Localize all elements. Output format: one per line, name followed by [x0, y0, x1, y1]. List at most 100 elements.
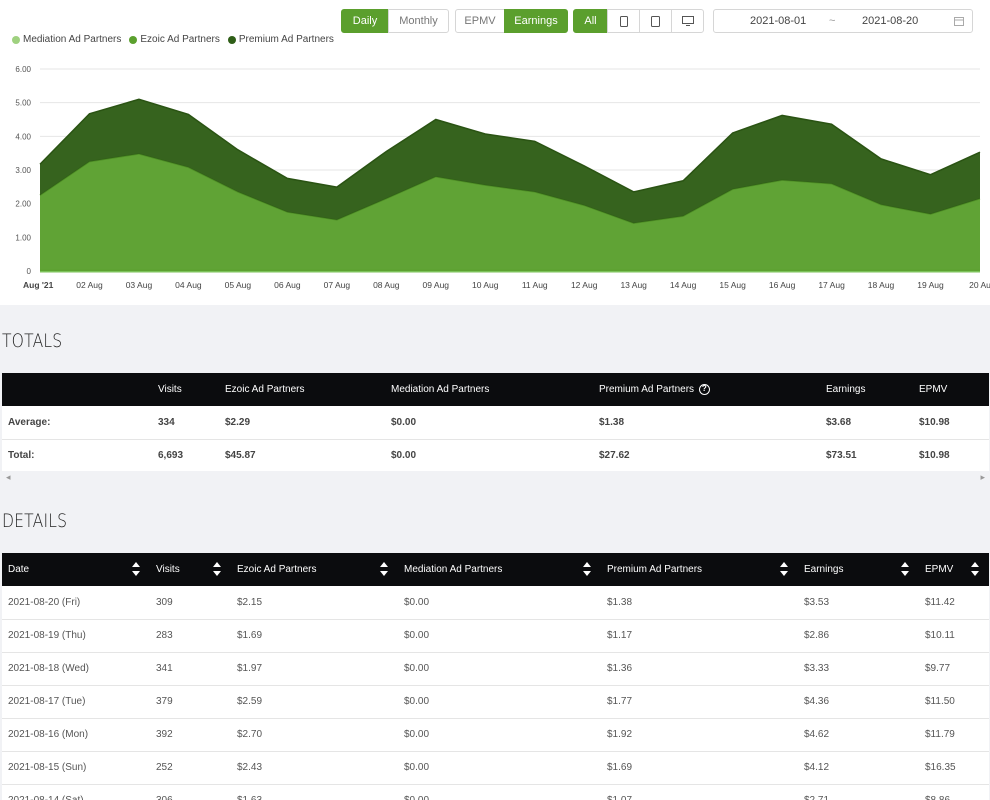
table-cell: $2.59	[231, 685, 398, 719]
x-tick-label: 03 Aug	[126, 280, 153, 290]
details-sortable-header[interactable]: Earnings	[798, 553, 919, 586]
device-toggle: All	[573, 9, 704, 33]
legend-item-ezoic[interactable]: Ezoic Ad Partners	[129, 34, 220, 45]
details-header-label: Date	[8, 564, 30, 575]
totals-cell: Average:	[2, 406, 152, 440]
legend-item-mediation[interactable]: Mediation Ad Partners	[12, 34, 121, 45]
details-sortable-header[interactable]: Premium Ad Partners	[601, 553, 798, 586]
table-cell: $4.36	[798, 685, 919, 719]
details-header-label: Ezoic Ad Partners	[237, 564, 317, 575]
totals-title: TOTALS	[2, 330, 63, 352]
table-cell: $0.00	[398, 718, 601, 752]
phone-button[interactable]	[607, 9, 640, 33]
sort-icon	[780, 562, 788, 576]
date-range-picker[interactable]: 2021-08-01 ~ 2021-08-20	[713, 9, 973, 33]
totals-row: Total: 6,693 $45.87 $0.00 $27.62 $73.51 $10.98	[2, 439, 989, 473]
table-row: 2021-08-16 (Mon) 392 $2.70 $0.00 $1.92 $4.62 $…	[2, 718, 989, 752]
y-tick-label: 0	[27, 267, 32, 276]
tablet-icon	[651, 15, 660, 27]
legend-item-premium[interactable]: Premium Ad Partners	[227, 34, 334, 45]
table-cell: 252	[150, 751, 231, 785]
legend-label: Mediation Ad Partners	[23, 34, 122, 45]
details-sortable-header[interactable]: Mediation Ad Partners	[398, 553, 601, 586]
totals-header-ezoic: Ezoic Ad Partners	[219, 373, 385, 406]
table-cell: $1.38	[601, 586, 798, 620]
totals-cell: $73.51	[820, 439, 913, 473]
table-cell: $1.63	[231, 784, 398, 800]
x-tick-label: 02 Aug	[76, 280, 103, 290]
scroll-left-arrow[interactable]: ◂	[6, 472, 11, 483]
x-tick-label: Aug '21	[23, 280, 54, 290]
epmv-button[interactable]: EPMV	[455, 9, 505, 33]
table-cell: $1.92	[601, 718, 798, 752]
earnings-button[interactable]: Earnings	[504, 9, 568, 33]
chart-panel: Mediation Ad Partners Ezoic Ad Partners …	[0, 0, 990, 305]
table-cell: $9.77	[919, 652, 989, 686]
x-tick-label: 14 Aug	[670, 280, 697, 290]
details-sortable-header[interactable]: Visits	[150, 553, 231, 586]
desktop-icon	[681, 16, 694, 26]
date-start: 2021-08-01	[750, 15, 807, 27]
table-cell: 379	[150, 685, 231, 719]
table-cell: $4.62	[798, 718, 919, 752]
table-cell: $2.71	[798, 784, 919, 800]
details-sortable-header[interactable]: Date	[2, 553, 150, 586]
table-cell: $0.00	[398, 619, 601, 653]
date-separator: ~	[829, 15, 836, 27]
x-tick-label: 06 Aug	[274, 280, 301, 290]
x-tick-label: 09 Aug	[423, 280, 450, 290]
table-cell: $1.17	[601, 619, 798, 653]
details-sortable-header[interactable]: Ezoic Ad Partners	[231, 553, 398, 586]
legend-swatch	[227, 35, 236, 44]
calendar-icon	[954, 17, 964, 26]
x-tick-label: 05 Aug	[225, 280, 252, 290]
table-cell: 2021-08-19 (Thu)	[2, 619, 150, 653]
table-cell: 341	[150, 652, 231, 686]
table-cell: $3.53	[798, 586, 919, 620]
table-row: 2021-08-14 (Sat)306$1.63$0.00$1.07$2.71$…	[2, 784, 989, 800]
totals-header-mediation: Mediation Ad Partners	[385, 373, 593, 406]
all-devices-button[interactable]: All	[573, 9, 608, 33]
totals-table: Visits Ezoic Ad Partners Mediation Ad Pa…	[2, 373, 989, 473]
y-tick-label: 2.00	[15, 200, 31, 209]
table-cell: $2.15	[231, 586, 398, 620]
details-title: DETAILS	[2, 510, 68, 532]
table-cell: $1.69	[601, 751, 798, 785]
table-row: 2021-08-19 (Thu) 283 $1.69 $0.00 $1.17 $2.86 $…	[2, 619, 989, 653]
period-toggle: Daily Monthly	[341, 9, 449, 33]
legend-swatch	[129, 35, 138, 44]
table-cell: $0.00	[398, 685, 601, 719]
tablet-button[interactable]	[639, 9, 672, 33]
date-end: 2021-08-20	[862, 15, 919, 27]
table-cell: 283	[150, 619, 231, 653]
table-cell: $16.35	[919, 751, 989, 785]
table-cell: $0.00	[398, 586, 601, 620]
table-cell: 2021-08-18 (Wed)	[2, 652, 150, 686]
metric-toggle: EPMV Earnings	[455, 9, 568, 33]
table-cell: $10.11	[919, 619, 989, 653]
table-cell: 2021-08-14 (Sat)	[2, 784, 150, 800]
table-cell: $2.43	[231, 751, 398, 785]
table-cell: $1.69	[231, 619, 398, 653]
table-cell: 309	[150, 586, 231, 620]
sort-icon	[380, 562, 388, 576]
monthly-button[interactable]: Monthly	[388, 9, 449, 33]
table-cell: $1.97	[231, 652, 398, 686]
totals-header-visits: Visits	[152, 373, 219, 406]
scroll-right-arrow[interactable]: ▸	[980, 472, 985, 483]
sort-icon	[583, 562, 591, 576]
daily-button[interactable]: Daily	[341, 9, 389, 33]
details-header-label: Earnings	[804, 564, 844, 575]
desktop-button[interactable]	[671, 9, 704, 33]
details-sortable-header[interactable]: EPMV	[919, 553, 989, 586]
sort-icon	[971, 562, 979, 576]
table-cell: $2.86	[798, 619, 919, 653]
legend-label: Ezoic Ad Partners	[140, 34, 220, 45]
help-icon[interactable]: ?	[698, 383, 710, 395]
totals-cell: 6,693	[152, 439, 219, 473]
totals-horizontal-scrollbar[interactable]: ◂ ▸	[2, 471, 989, 485]
y-tick-label: 6.00	[15, 65, 31, 74]
x-tick-label: 19 Aug	[917, 280, 944, 290]
table-row: 2021-08-17 (Tue) 379 $2.59 $0.00 $1.77 $4.36 $…	[2, 685, 989, 719]
legend-label: Premium Ad Partners	[238, 34, 334, 45]
